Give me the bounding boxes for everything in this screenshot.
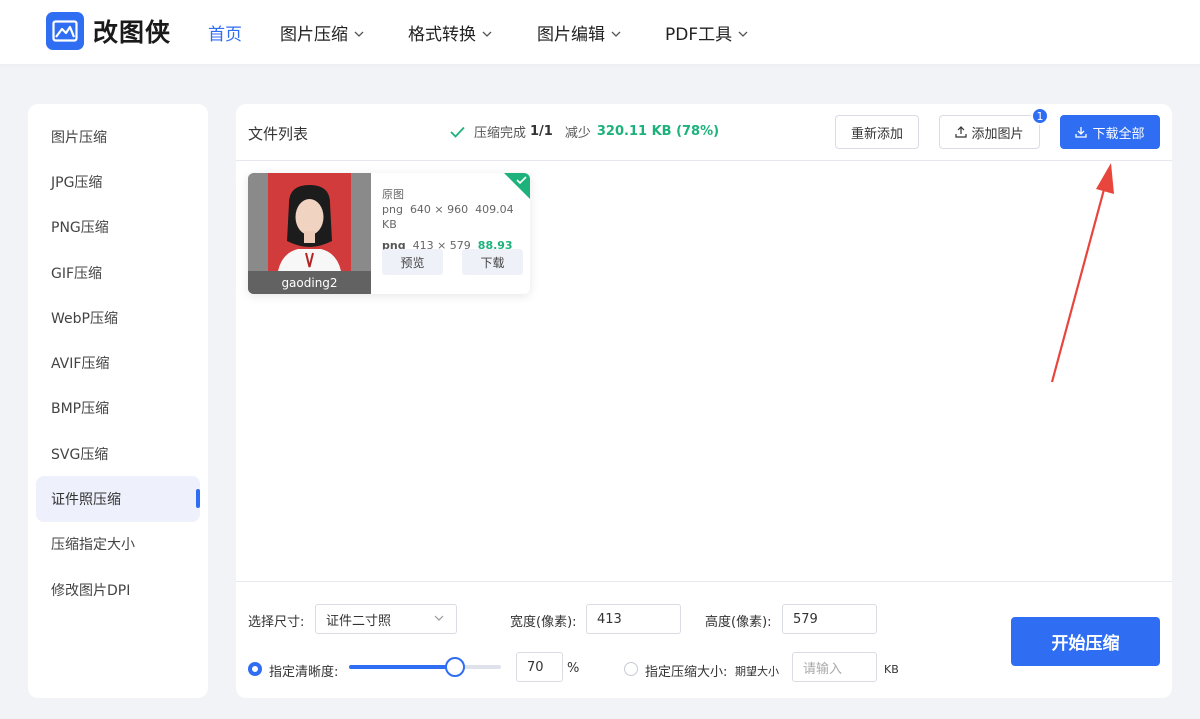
file-list-title: 文件列表 bbox=[248, 125, 309, 143]
download-button[interactable]: 下载 bbox=[462, 249, 523, 275]
chevron-down-icon bbox=[354, 22, 364, 42]
target-size-radio[interactable] bbox=[624, 662, 638, 676]
nav-pdf-tools-label: PDF工具 bbox=[665, 24, 733, 45]
logo-icon bbox=[46, 12, 84, 50]
sidebar-item-label: BMP压缩 bbox=[51, 401, 110, 418]
width-input-value: 413 bbox=[597, 611, 622, 627]
original-details: png 640 × 960 409.04 KB bbox=[382, 202, 530, 232]
start-compress-button-label: 开始压缩 bbox=[1051, 634, 1120, 654]
chevron-down-icon bbox=[482, 22, 492, 42]
add-image-button[interactable]: 添加图片 bbox=[939, 115, 1040, 149]
download-icon bbox=[1075, 126, 1088, 138]
clarity-label: 指定清晰度: bbox=[269, 665, 339, 680]
sidebar-item-gif[interactable]: GIF压缩 bbox=[36, 250, 200, 295]
clarity-input[interactable]: 70 bbox=[516, 652, 563, 682]
nav-format-convert-label: 格式转换 bbox=[408, 24, 476, 45]
download-all-button-label: 下载全部 bbox=[1092, 126, 1145, 142]
download-all-button[interactable]: 下载全部 bbox=[1060, 115, 1160, 149]
sidebar-item-target-size[interactable]: 压缩指定大小 bbox=[36, 522, 200, 567]
sidebar: 图片压缩 JPG压缩 PNG压缩 GIF压缩 WebP压缩 AVIF压缩 BMP… bbox=[28, 104, 208, 698]
clarity-radio[interactable] bbox=[248, 662, 262, 676]
preview-button[interactable]: 预览 bbox=[382, 249, 443, 275]
top-header: 改图侠 首页 图片压缩 格式转换 图片编辑 PDF工具 bbox=[0, 0, 1200, 64]
sidebar-item-label: SVG压缩 bbox=[51, 446, 109, 463]
thumbnail-filename: gaoding2 bbox=[248, 271, 371, 294]
width-label: 宽度(像素): bbox=[510, 615, 577, 630]
clarity-slider[interactable] bbox=[349, 657, 501, 677]
sidebar-item-label: WebP压缩 bbox=[51, 310, 118, 327]
sidebar-item-id-photo[interactable]: 证件照压缩 bbox=[36, 476, 200, 522]
sidebar-item-dpi[interactable]: 修改图片DPI bbox=[36, 567, 200, 612]
expected-size-unit: KB bbox=[884, 663, 899, 676]
clarity-unit: % bbox=[567, 661, 580, 676]
size-select-value: 证件二寸照 bbox=[326, 613, 392, 629]
add-image-count-badge: 1 bbox=[1031, 107, 1049, 125]
nav-image-edit-label: 图片编辑 bbox=[537, 24, 605, 45]
readd-button-label: 重新添加 bbox=[850, 126, 903, 142]
nav-image-edit[interactable]: 图片编辑 bbox=[537, 0, 621, 64]
main-panel: 文件列表 压缩完成 1/1 减少 320.11 KB (78%) 重新添加 添加… bbox=[236, 104, 1172, 698]
compress-status: 压缩完成 1/1 减少 320.11 KB (78%) bbox=[450, 122, 719, 141]
nav-home[interactable]: 首页 bbox=[208, 0, 242, 64]
nav-home-label: 首页 bbox=[208, 24, 242, 45]
size-label: 选择尺寸: bbox=[248, 615, 305, 630]
chevron-down-icon bbox=[738, 22, 748, 42]
nav-image-compress-label: 图片压缩 bbox=[280, 24, 348, 45]
target-size-label: 指定压缩大小: bbox=[645, 665, 728, 680]
logo[interactable]: 改图侠 bbox=[46, 12, 171, 50]
completed-check-icon bbox=[504, 173, 530, 199]
reduce-value: 320.11 KB (78%) bbox=[596, 124, 720, 139]
reduce-label: 减少 bbox=[564, 126, 591, 141]
sidebar-item-label: 压缩指定大小 bbox=[51, 537, 135, 554]
clarity-slider-fill bbox=[349, 665, 456, 669]
sidebar-item-label: JPG压缩 bbox=[51, 174, 103, 191]
clarity-slider-handle[interactable] bbox=[445, 657, 466, 677]
sidebar-item-label: 图片压缩 bbox=[51, 129, 107, 146]
clarity-input-value: 70 bbox=[527, 659, 544, 675]
upload-icon bbox=[955, 126, 968, 138]
expected-size-label: 期望大小 bbox=[735, 665, 779, 678]
sidebar-item-label: AVIF压缩 bbox=[51, 356, 110, 373]
sidebar-item-label: GIF压缩 bbox=[51, 265, 103, 282]
status-label: 压缩完成 bbox=[474, 126, 527, 141]
sidebar-item-avif[interactable]: AVIF压缩 bbox=[36, 340, 200, 385]
preview-button-label: 预览 bbox=[400, 255, 425, 270]
expected-size-input[interactable]: 请输入 bbox=[792, 652, 877, 682]
sidebar-item-label: 修改图片DPI bbox=[51, 582, 131, 599]
nav-pdf-tools[interactable]: PDF工具 bbox=[665, 0, 748, 64]
chevron-down-icon bbox=[611, 22, 621, 42]
sidebar-item-label: PNG压缩 bbox=[51, 220, 109, 237]
height-input[interactable]: 579 bbox=[782, 604, 877, 634]
add-image-button-label: 添加图片 bbox=[971, 126, 1024, 142]
sidebar-item-label: 证件照压缩 bbox=[51, 492, 121, 509]
sidebar-item-bmp[interactable]: BMP压缩 bbox=[36, 386, 200, 431]
start-compress-button[interactable]: 开始压缩 bbox=[1011, 617, 1160, 666]
sidebar-item-svg[interactable]: SVG压缩 bbox=[36, 431, 200, 476]
download-button-label: 下载 bbox=[480, 255, 505, 270]
original-dims: 640 × 960 bbox=[409, 203, 469, 216]
chevron-down-icon bbox=[434, 615, 444, 621]
nav-format-convert[interactable]: 格式转换 bbox=[408, 0, 492, 64]
status-count: 1/1 bbox=[530, 124, 553, 139]
check-icon bbox=[450, 126, 465, 138]
sidebar-item-webp[interactable]: WebP压缩 bbox=[36, 295, 200, 340]
image-thumbnail[interactable]: gaoding2 bbox=[248, 173, 371, 294]
size-select[interactable]: 证件二寸照 bbox=[315, 604, 457, 634]
original-format: png bbox=[382, 203, 403, 216]
height-label: 高度(像素): bbox=[705, 615, 772, 630]
sidebar-item-jpg[interactable]: JPG压缩 bbox=[36, 159, 200, 204]
height-input-value: 579 bbox=[793, 611, 818, 627]
file-card: gaoding2 原图 png 640 × 960 409.04 KB png … bbox=[248, 173, 530, 294]
width-input[interactable]: 413 bbox=[586, 604, 681, 634]
sidebar-item-png[interactable]: PNG压缩 bbox=[36, 205, 200, 250]
sidebar-item-image-compress[interactable]: 图片压缩 bbox=[36, 114, 200, 159]
file-list-toolbar: 文件列表 压缩完成 1/1 减少 320.11 KB (78%) 重新添加 添加… bbox=[236, 104, 1172, 161]
expected-size-placeholder: 请输入 bbox=[803, 661, 843, 677]
readd-button[interactable]: 重新添加 bbox=[835, 115, 919, 149]
nav-image-compress[interactable]: 图片压缩 bbox=[280, 0, 364, 64]
compress-settings: 选择尺寸: 证件二寸照 宽度(像素): 413 高度(像素): 579 指定清晰… bbox=[236, 581, 1172, 698]
logo-text: 改图侠 bbox=[93, 18, 172, 47]
